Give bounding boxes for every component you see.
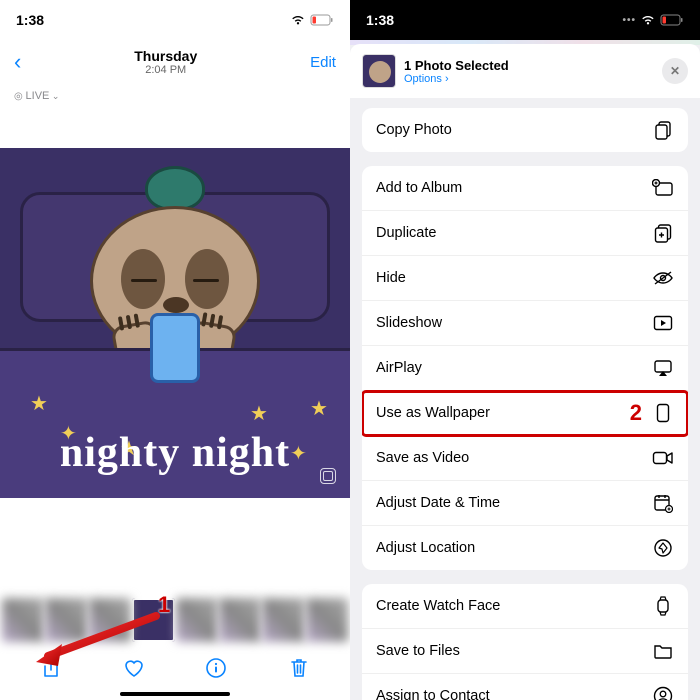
sheet-title: 1 Photo Selected	[404, 58, 654, 73]
action-duplicate[interactable]: Duplicate	[362, 211, 688, 256]
status-bar: 1:38	[0, 0, 350, 40]
action-group-2: Add to Album Duplicate Hide Slideshow Ai…	[362, 166, 688, 570]
copy-icon	[652, 119, 674, 141]
action-save-as-video[interactable]: Save as Video	[362, 436, 688, 481]
action-adjust-date-time[interactable]: Adjust Date & Time	[362, 481, 688, 526]
airplay-icon	[652, 357, 674, 379]
status-time: 1:38	[366, 12, 394, 28]
folder-icon	[652, 640, 674, 662]
status-indicators	[290, 14, 334, 26]
step-1-label: 1	[158, 592, 170, 618]
album-icon	[652, 177, 674, 199]
image-text: nighty night	[0, 436, 350, 472]
battery-low-icon	[660, 14, 684, 26]
back-button[interactable]: ‹	[14, 49, 21, 75]
share-sheet-header: 1 Photo Selected Options › ✕	[350, 44, 700, 98]
status-indicators: •••	[622, 14, 684, 26]
action-group-1: Copy Photo	[362, 108, 688, 152]
action-group-3: Create Watch Face Save to Files Assign t…	[362, 584, 688, 700]
action-save-to-files[interactable]: Save to Files	[362, 629, 688, 674]
photo-preview[interactable]: ★ ✦ ★ ★ ✦ ★ nighty night	[0, 148, 350, 498]
action-hide[interactable]: Hide	[362, 256, 688, 301]
action-use-as-wallpaper[interactable]: Use as Wallpaper 2	[362, 391, 688, 436]
nav-title: Thursday 2:04 PM	[134, 48, 197, 76]
wifi-icon	[640, 14, 656, 26]
action-slideshow[interactable]: Slideshow	[362, 301, 688, 346]
selected-photo-thumb	[362, 54, 396, 88]
status-bar: 1:38 •••	[350, 0, 700, 40]
play-icon	[652, 312, 674, 334]
trash-icon[interactable]	[288, 657, 310, 679]
bottom-toolbar	[0, 644, 350, 692]
watch-icon	[652, 595, 674, 617]
live-badge[interactable]: LIVE	[0, 84, 350, 108]
location-icon	[652, 537, 674, 559]
options-button[interactable]: Options ›	[404, 73, 654, 85]
status-time: 1:38	[16, 12, 44, 28]
home-indicator[interactable]	[120, 692, 230, 696]
share-sheet-screen: 1:38 ••• 1 Photo Selected Options › ✕ Co…	[350, 0, 700, 700]
wifi-icon	[290, 14, 306, 26]
heart-icon[interactable]	[123, 657, 145, 679]
phone-icon	[652, 402, 674, 424]
action-create-watch-face[interactable]: Create Watch Face	[362, 584, 688, 629]
action-copy-photo[interactable]: Copy Photo	[362, 108, 688, 152]
video-icon	[652, 447, 674, 469]
edit-button[interactable]: Edit	[310, 54, 336, 71]
action-airplay[interactable]: AirPlay	[362, 346, 688, 391]
calendar-icon	[652, 492, 674, 514]
action-add-to-album[interactable]: Add to Album	[362, 166, 688, 211]
info-icon[interactable]	[205, 657, 227, 679]
thumbnail-strip[interactable]	[0, 598, 350, 642]
share-icon[interactable]	[40, 657, 62, 679]
live-text-icon[interactable]	[320, 468, 336, 484]
contact-icon	[652, 685, 674, 700]
share-actions-list[interactable]: Copy Photo Add to Album Duplicate Hide S…	[350, 98, 700, 700]
close-button[interactable]: ✕	[662, 58, 688, 84]
nav-bar: ‹ Thursday 2:04 PM Edit	[0, 40, 350, 84]
battery-low-icon	[310, 14, 334, 26]
photo-detail-screen: 1:38 ‹ Thursday 2:04 PM Edit LIVE ★ ✦ ★ …	[0, 0, 350, 700]
action-assign-to-contact[interactable]: Assign to Contact	[362, 674, 688, 700]
action-adjust-location[interactable]: Adjust Location	[362, 526, 688, 570]
hide-icon	[652, 267, 674, 289]
step-2-label: 2	[630, 400, 642, 426]
duplicate-icon	[652, 222, 674, 244]
